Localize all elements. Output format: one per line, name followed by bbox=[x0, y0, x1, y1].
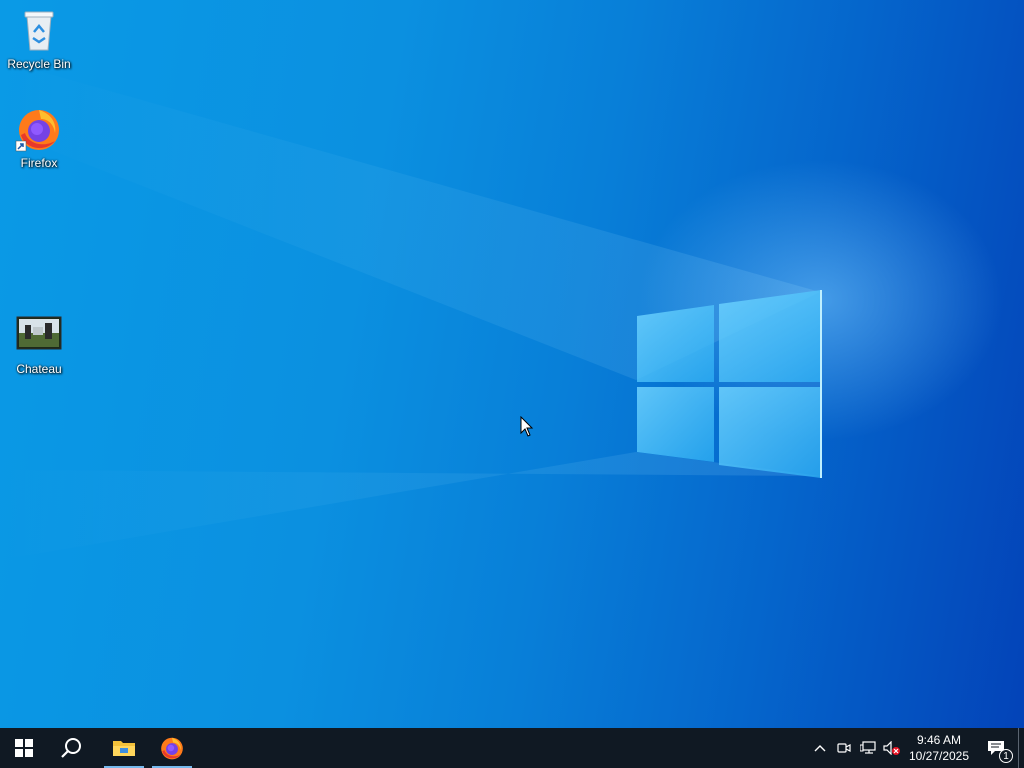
volume-button[interactable] bbox=[880, 728, 904, 768]
recycle-bin-icon bbox=[24, 11, 54, 51]
volume-muted-icon bbox=[883, 741, 900, 755]
notification-count-badge: 1 bbox=[999, 749, 1013, 763]
show-hidden-icons-button[interactable] bbox=[808, 728, 832, 768]
image-file-icon bbox=[16, 316, 62, 350]
firefox-icon bbox=[161, 737, 183, 760]
desktop-icon-chateau[interactable]: Chateau bbox=[1, 311, 77, 376]
chevron-up-icon bbox=[814, 745, 826, 752]
clock-button[interactable]: 9:46 AM 10/27/2025 bbox=[904, 728, 974, 768]
mouse-pointer-icon bbox=[520, 416, 534, 437]
desktop[interactable]: Recycle Bin Firefox Chateau bbox=[0, 0, 1024, 728]
desktop-icon-label: Chateau bbox=[16, 362, 62, 376]
taskbar: 9:46 AM 10/27/2025 1 bbox=[0, 728, 1024, 768]
search-icon bbox=[61, 738, 81, 758]
desktop-icon-label: Recycle Bin bbox=[7, 57, 71, 71]
search-button[interactable] bbox=[48, 728, 96, 768]
windows-start-icon bbox=[15, 739, 33, 757]
meet-now-button[interactable] bbox=[832, 728, 856, 768]
wallpaper-windows-logo bbox=[0, 60, 822, 560]
taskbar-file-explorer-button[interactable] bbox=[100, 728, 148, 768]
start-button[interactable] bbox=[0, 728, 48, 768]
desktop-icon-label: Firefox bbox=[20, 156, 58, 170]
network-button[interactable] bbox=[856, 728, 880, 768]
taskbar-firefox-button[interactable] bbox=[148, 728, 196, 768]
firefox-icon bbox=[15, 110, 59, 152]
desktop-icon-firefox[interactable]: Firefox bbox=[1, 105, 77, 170]
show-desktop-button[interactable] bbox=[1018, 728, 1024, 768]
network-icon bbox=[860, 741, 876, 754]
clock-time: 9:46 AM bbox=[916, 733, 962, 747]
action-center-button[interactable]: 1 bbox=[974, 728, 1018, 768]
system-tray: 9:46 AM 10/27/2025 1 bbox=[808, 728, 1024, 768]
file-explorer-icon bbox=[113, 741, 135, 756]
clock-date: 10/27/2025 bbox=[908, 749, 970, 763]
desktop-icon-recycle-bin[interactable]: Recycle Bin bbox=[1, 6, 77, 71]
meet-now-icon bbox=[837, 743, 851, 753]
